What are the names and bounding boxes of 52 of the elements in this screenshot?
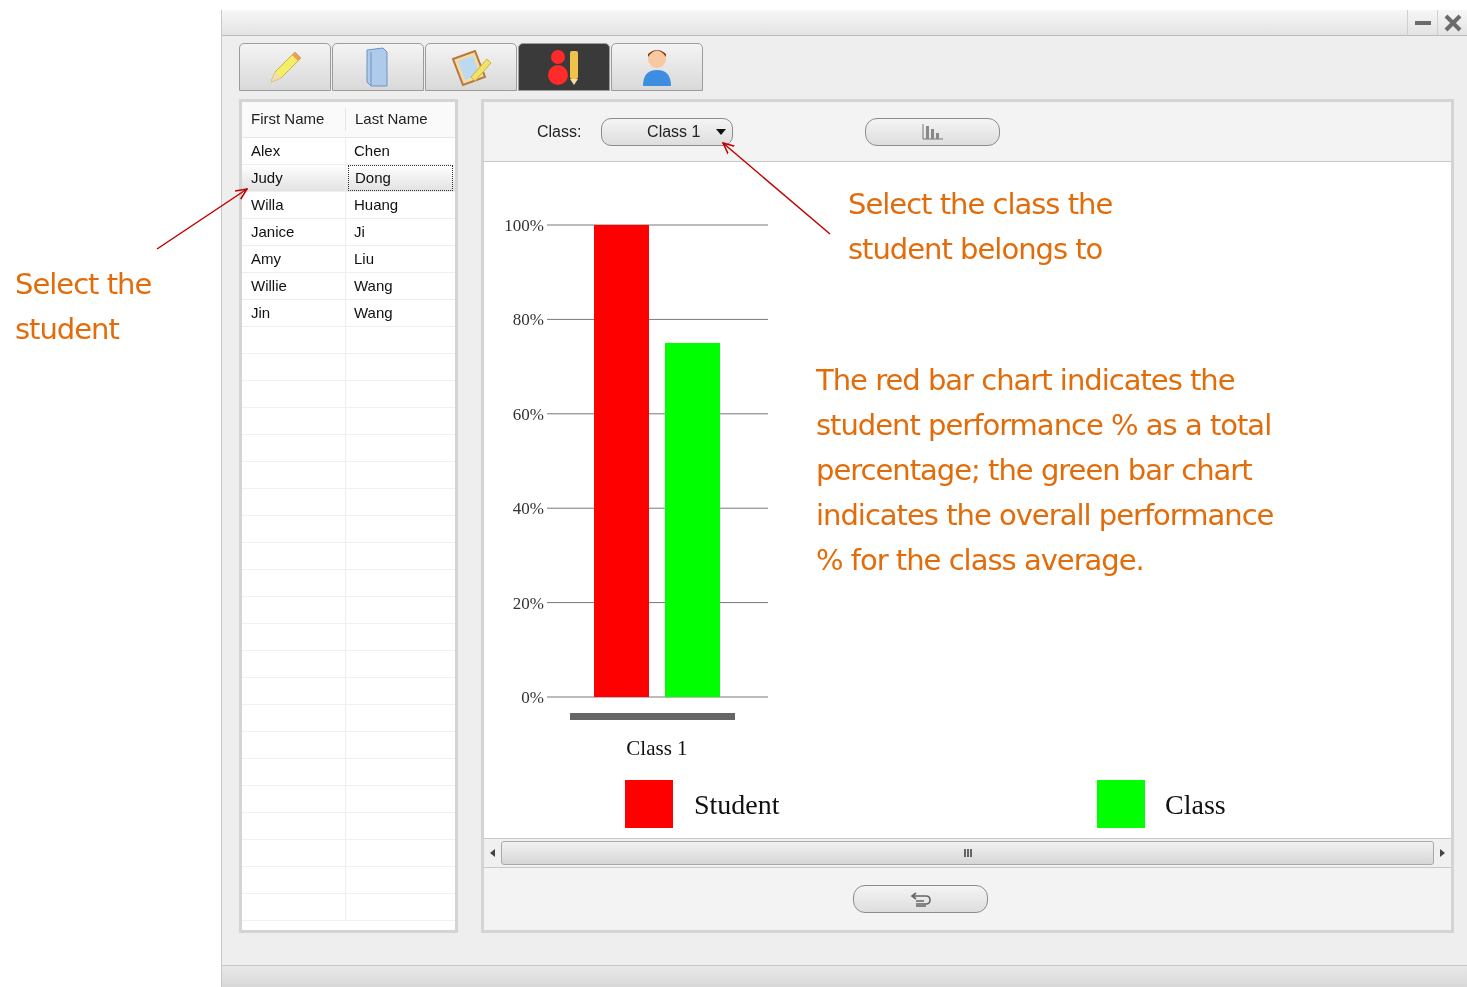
grip-icon — [962, 849, 973, 857]
table-cell-text: Wang — [353, 302, 394, 323]
toolbar-tab[interactable] — [518, 43, 610, 91]
scroll-left-icon — [490, 849, 495, 857]
table-cell: Willie — [242, 273, 346, 299]
axis-tick-label: 20% — [512, 593, 544, 613]
table-cell: Judy — [242, 165, 346, 191]
table-row[interactable]: Jin Wang — [242, 300, 455, 327]
table-cell-text: Liu — [353, 248, 376, 269]
legend-label: Class — [1165, 789, 1226, 820]
table-cell: Alex — [242, 138, 346, 164]
axis-tick-label: 40% — [512, 499, 544, 519]
toolbar-tab[interactable] — [611, 43, 703, 91]
scroll-right-icon — [1440, 849, 1445, 857]
axis-tick-label: 100% — [504, 216, 544, 235]
column-header[interactable]: Last Name — [346, 108, 455, 131]
close-icon — [1443, 13, 1462, 32]
minimize-icon — [1414, 20, 1431, 25]
legend-label: Student — [694, 789, 780, 820]
class-label: Class: — [537, 121, 582, 142]
axis-tick-label: 60% — [512, 404, 544, 424]
table-row[interactable]: Willie Wang — [242, 273, 455, 300]
class-dropdown[interactable]: Class 1 — [601, 117, 734, 146]
table-cell: Jin — [242, 300, 346, 326]
table-row[interactable]: Judy Dong — [242, 165, 455, 192]
chart-button[interactable] — [865, 117, 1001, 146]
back-button[interactable] — [853, 885, 988, 913]
category-label: Class 1 — [626, 736, 688, 760]
table-cell-text: Chen — [353, 140, 391, 161]
table-row[interactable]: Willa Huang — [242, 192, 455, 219]
table-cell: Janice — [242, 219, 346, 245]
table-row[interactable]: Janice Ji — [242, 219, 455, 246]
dropdown-caret-icon — [716, 128, 727, 135]
table-cell: Dong — [348, 165, 453, 191]
table-cell-text: Wang — [353, 275, 394, 296]
table-cell: Amy — [242, 246, 346, 272]
clipboard-icon — [449, 47, 493, 87]
return-icon — [909, 891, 932, 907]
callout-text: Select the class the student belongs to — [848, 186, 1113, 268]
axis-tick-label: 80% — [512, 310, 544, 330]
scrollbar-thumb[interactable] — [501, 841, 1434, 865]
callout-text: The red bar chart indicates the student performance % as a total percentage; the green bar chart indicates the overall performance % for the class average. — [816, 362, 1274, 579]
toolbar-tab[interactable] — [425, 43, 517, 91]
table-cell-text: Ji — [353, 221, 366, 242]
axis-tick-label: 0% — [521, 688, 544, 707]
bar-chart-icon — [921, 123, 944, 140]
table-cell: Willa — [242, 192, 346, 218]
horizontal-scrollbar[interactable] — [484, 838, 1451, 868]
column-header[interactable]: First Name — [242, 108, 346, 131]
callout-text: Select the student — [15, 266, 152, 348]
table-row[interactable]: Amy Liu — [242, 246, 455, 273]
table-cell-text: Huang — [353, 194, 400, 215]
